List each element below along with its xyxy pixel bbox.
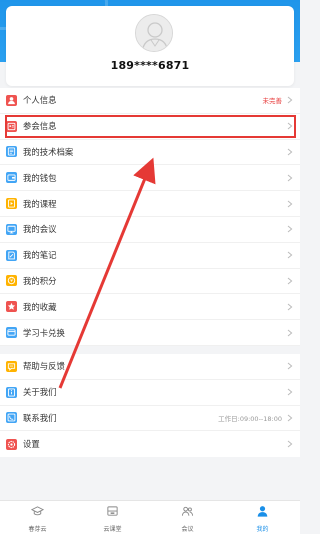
menu-item-points[interactable]: ¥ 我的积分	[0, 269, 300, 295]
tab-label: 春芽云	[28, 525, 47, 533]
people-icon	[181, 503, 194, 522]
menu-item-label: 个人信息	[23, 95, 57, 106]
menu-item-label: 我的技术档案	[23, 146, 74, 157]
menu-item-wallet[interactable]: 我的钱包	[0, 165, 300, 192]
chevron-right-icon	[285, 440, 294, 449]
chevron-right-icon	[287, 148, 292, 156]
points-icon: ¥	[6, 275, 17, 287]
menu-item-meetings[interactable]: 我的会议	[0, 217, 300, 243]
chevron-right-icon	[285, 173, 294, 182]
person-icon	[6, 94, 17, 106]
menu-item-label: 我的课程	[23, 198, 57, 209]
menu-item-help[interactable]: 帮助与反馈	[0, 354, 300, 380]
chevron-right-icon	[285, 96, 294, 105]
bottom-tab-bar: 春芽云 云课堂 会议 我的	[0, 500, 300, 534]
menu-item-hint: 工作日:09:00--18:00	[218, 414, 282, 423]
badge-icon	[6, 120, 17, 132]
menu-item-label: 我的积分	[23, 275, 57, 286]
menu-item-contact[interactable]: 联系我们 工作日:09:00--18:00	[0, 406, 300, 432]
menu-item-settings[interactable]: 设置	[0, 431, 300, 457]
chevron-right-icon	[285, 147, 294, 156]
chevron-right-icon	[287, 440, 292, 448]
tab-meeting[interactable]: 会议	[150, 501, 225, 534]
gear-icon	[6, 438, 17, 450]
chevron-right-icon	[285, 362, 294, 371]
chevron-right-icon	[285, 276, 294, 285]
chevron-right-icon	[287, 388, 292, 396]
archive-icon	[6, 146, 17, 158]
user-icon	[256, 503, 269, 522]
chevron-right-icon	[287, 277, 292, 285]
chevron-right-icon	[287, 329, 292, 336]
menu-item-courses[interactable]: 我的课程	[0, 191, 300, 217]
tab-home[interactable]: 春芽云	[0, 501, 75, 534]
star-icon	[6, 301, 17, 313]
menu-item-label: 我的收藏	[23, 301, 57, 312]
tab-mine[interactable]: 我的	[225, 501, 300, 534]
user-phone: 189****6871	[110, 59, 190, 72]
note-icon	[6, 249, 17, 261]
menu-item-label: 设置	[23, 439, 40, 450]
chevron-right-icon	[287, 362, 292, 370]
menu-item-meeting-info[interactable]: 参会信息	[0, 114, 300, 140]
menu-item-label: 我的笔记	[23, 250, 57, 261]
chevron-right-icon	[287, 122, 292, 130]
menu-item-label: 联系我们	[23, 412, 57, 423]
classroom-icon	[106, 503, 119, 522]
chevron-right-icon	[287, 414, 292, 422]
wallet-icon	[6, 172, 17, 184]
menu-item-study-card[interactable]: 学习卡兑换	[0, 320, 300, 346]
about-icon	[6, 386, 17, 398]
menu-item-tech-archive[interactable]: 我的技术档案	[0, 140, 300, 166]
menu-item-personal[interactable]: 个人信息 未完善	[0, 88, 300, 114]
chevron-right-icon	[285, 388, 294, 397]
tab-label: 云课堂	[103, 525, 122, 533]
meeting-icon	[6, 223, 17, 235]
chevron-right-icon	[285, 251, 294, 260]
menu-item-favorites[interactable]: 我的收藏	[0, 294, 300, 321]
graduation-cap-icon	[30, 503, 45, 522]
section-divider	[0, 345, 300, 354]
chevron-right-icon	[287, 174, 292, 182]
chevron-right-icon	[285, 199, 294, 208]
menu-item-label: 我的会议	[23, 224, 57, 235]
menu-item-label: 关于我们	[23, 387, 57, 398]
help-icon	[6, 360, 17, 372]
avatar[interactable]	[135, 14, 173, 52]
chevron-right-icon	[287, 225, 292, 233]
chevron-right-icon	[287, 200, 292, 207]
avatar-placeholder-icon	[136, 15, 172, 51]
menu-item-about[interactable]: 关于我们	[0, 380, 300, 406]
course-icon	[6, 198, 17, 210]
tab-cloud-class[interactable]: 云课堂	[75, 501, 150, 534]
profile-card: 189****6871	[6, 6, 294, 86]
chevron-right-icon	[285, 225, 294, 234]
tab-label: 我的	[256, 525, 269, 533]
menu-item-label: 参会信息	[23, 121, 57, 132]
menu-item-hint: 未完善	[262, 97, 283, 106]
chevron-right-icon	[285, 122, 294, 131]
chevron-right-icon	[287, 251, 292, 259]
chevron-right-icon	[287, 303, 292, 311]
chevron-right-icon	[287, 97, 292, 104]
contact-icon	[6, 412, 17, 424]
svg-text:¥: ¥	[10, 279, 13, 285]
menu-item-notes[interactable]: 我的笔记	[0, 243, 300, 269]
card-icon	[6, 327, 17, 339]
chevron-right-icon	[285, 413, 294, 422]
menu-item-label: 我的钱包	[23, 172, 57, 183]
chevron-right-icon	[285, 328, 294, 337]
menu-item-label: 学习卡兑换	[23, 327, 65, 338]
menu-item-label: 帮助与反馈	[23, 361, 65, 372]
chevron-right-icon	[285, 302, 294, 311]
menu-list: 个人信息 未完善参会信息我的技术档案 我的钱包我的课程我的会议我的笔记 ¥ 我的积分我的…	[0, 88, 300, 458]
tab-label: 会议	[181, 525, 194, 533]
